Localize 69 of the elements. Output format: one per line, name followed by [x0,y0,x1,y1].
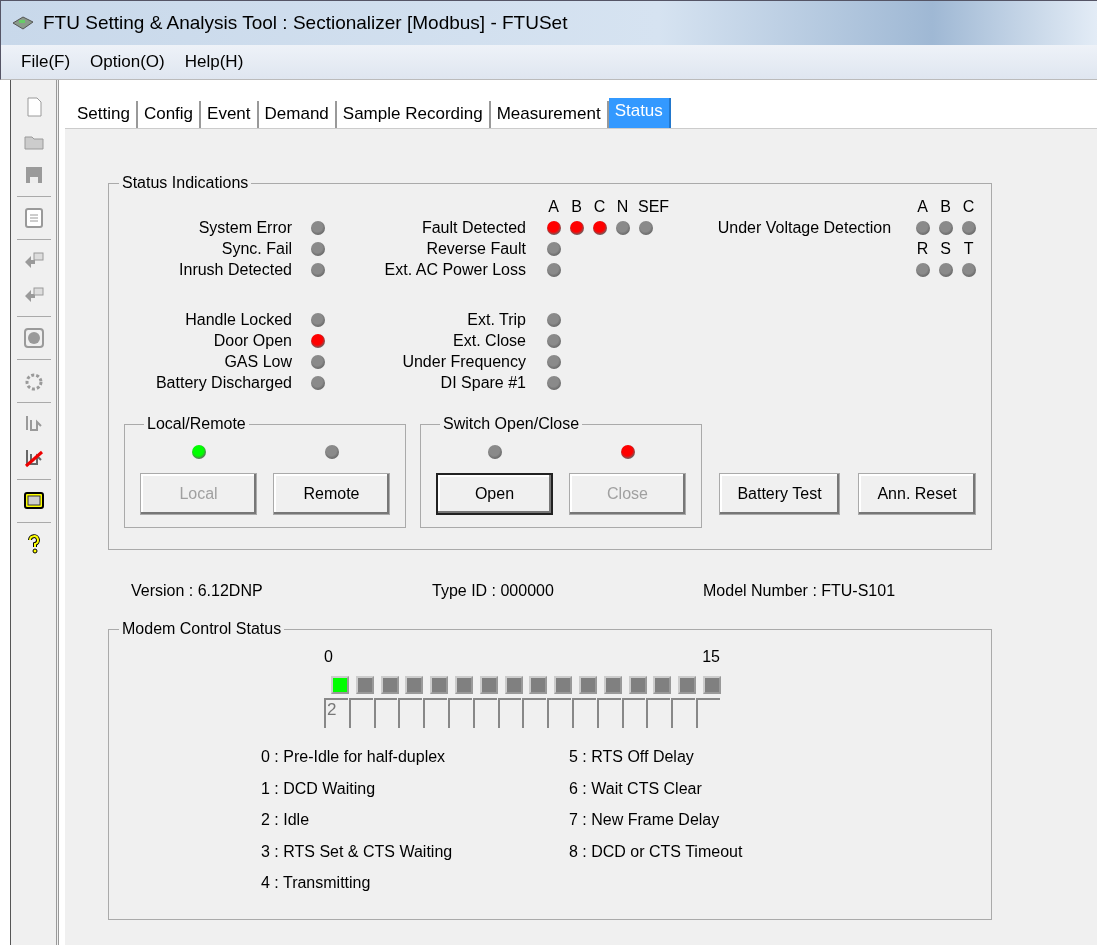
menu-item[interactable]: Help(H) [174,48,254,76]
status-label: Reverse Fault [425,239,526,258]
scale-label: 15 [702,648,720,666]
status-label: Inrush Detected [178,260,292,279]
phase-label: C [961,197,976,216]
legend-text: 2 : Idle [261,811,311,830]
phase-label: T [962,239,975,258]
phase-label: A [916,197,929,216]
phase-label: C [592,197,607,216]
phase-label: A [547,197,560,216]
state-box [522,698,547,728]
state-box [423,698,447,728]
legend-text: 4 : Transmitting [261,874,372,893]
info-text: Type ID : 000000 [432,582,555,601]
state-box [472,698,497,728]
info-text: Model Number : FTU-S101 [703,582,897,601]
status-label: DI Spare #1 [439,373,526,392]
status-label: Under Frequency [401,352,526,371]
legend-text: 8 : DCD or CTS Timeout [569,842,744,862]
command-button[interactable]: Ann. Reset [858,473,976,515]
command-button[interactable]: Battery Test [719,473,840,515]
state-box [373,698,398,728]
legend-text: 7 : New Frame Delay [569,811,721,830]
legend-text: 6 : Wait CTS Clear [569,779,703,799]
scale-label: 0 [324,648,333,666]
state-box [348,698,373,728]
phase-label: S [939,239,952,258]
group-title: Modem Control Status [121,620,283,638]
status-label: Door Open [212,331,292,350]
legend-text: 5 : RTS Off Delay [569,748,695,767]
status-label: Under Voltage Detection [716,218,892,237]
status-label: Handle Locked [184,310,292,329]
group-title: Status Indications [121,174,250,192]
app-icon [11,14,35,32]
state-box [596,698,621,728]
phase-label: B [939,197,952,216]
status-label: Ext. AC Power Loss [383,260,526,279]
window-title: FTU Setting & Analysis Tool : Sectionalizer [Modbus] - FTUSet [43,12,568,34]
status-label: Battery Discharged [154,373,292,392]
state-box [448,698,472,728]
status-label: Sync. Fail [220,239,292,258]
menu-item[interactable]: Option(O) [80,48,175,76]
phase-label: N [615,197,630,216]
phase-label: SEF [638,197,670,216]
command-button[interactable]: Remote [273,473,390,515]
legend-text: 1 : DCD Waiting [261,779,377,799]
status-label: Ext. Trip [466,310,526,329]
state-box [671,698,695,728]
status-label: Fault Detected [420,218,526,237]
state-box: 2 [324,698,348,728]
group-title: Switch Open/Close [442,415,581,433]
state-box [646,698,671,728]
state-box [547,698,571,728]
phase-label: B [570,197,583,216]
legend-text: 0 : Pre-Idle for half-duplex [261,748,447,767]
state-box [571,698,596,728]
state-box [398,698,423,728]
state-box [497,698,522,728]
stop-icon[interactable] [21,326,46,350]
phase-label: R [915,239,930,258]
command-button[interactable]: Open [436,473,553,515]
menu-item[interactable]: File(F) [11,48,81,76]
status-label: GAS Low [223,352,292,371]
state-box [621,698,646,728]
legend-text: 3 : RTS Set & CTS Waiting [261,842,454,862]
info-text: Version : 6.12DNP [131,582,264,601]
group-title: Local/Remote [146,415,247,433]
status-label: System Error [197,218,292,237]
status-label: Ext. Close [452,331,526,350]
